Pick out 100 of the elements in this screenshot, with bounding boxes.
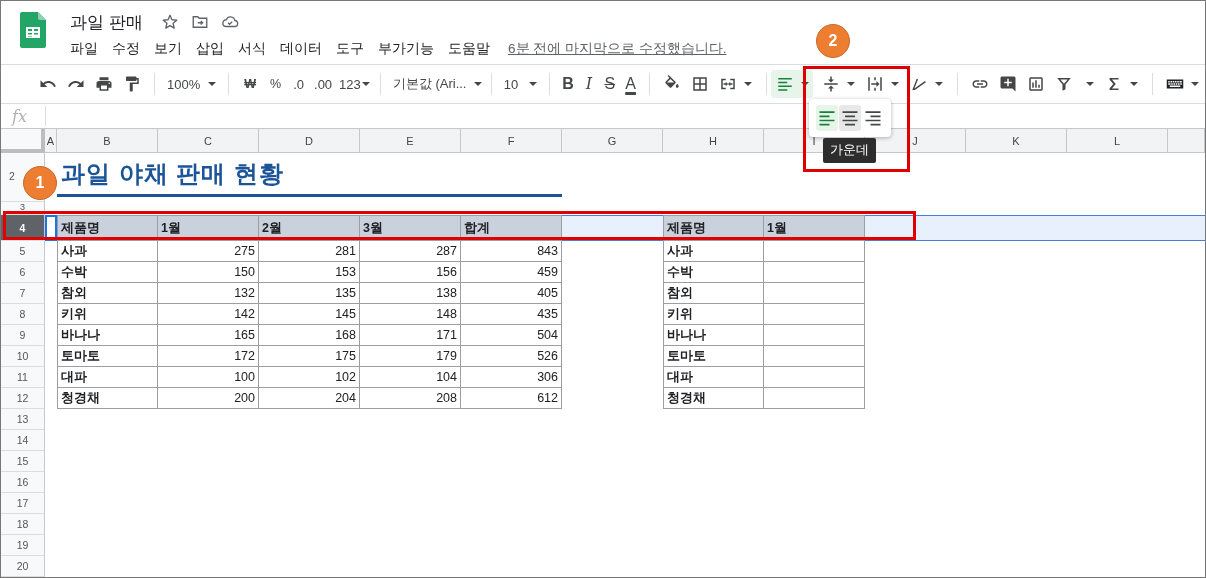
document-title[interactable]: 과일 판매 (70, 10, 143, 34)
align-button[interactable] (771, 70, 813, 98)
filter-icon[interactable] (1055, 75, 1073, 93)
table-cell: 275 (158, 241, 259, 262)
column-letter[interactable]: F (461, 129, 562, 153)
menu-item[interactable]: 수정 (112, 40, 140, 58)
print-icon[interactable] (95, 75, 113, 93)
caret-icon[interactable] (528, 82, 537, 86)
caret-icon[interactable] (847, 82, 855, 86)
menu-item[interactable]: 도움말 (448, 40, 490, 58)
row-number[interactable]: 11 (17, 371, 28, 383)
column-letter[interactable]: E (360, 129, 461, 153)
menu-item[interactable]: 파일 (70, 40, 98, 58)
row-number[interactable]: 8 (19, 308, 26, 320)
caret-icon[interactable] (361, 82, 370, 86)
row-number[interactable]: 15 (16, 455, 29, 467)
row-number[interactable]: 5 (19, 245, 26, 257)
bold-button[interactable]: B (557, 74, 579, 94)
table-cell: 150 (158, 262, 259, 283)
row-number[interactable]: 6 (19, 266, 26, 278)
table-cell: 171 (360, 325, 461, 346)
percent-format-button[interactable]: % (263, 77, 289, 91)
menu-item[interactable]: 서식 (238, 40, 266, 58)
paint-roller-icon[interactable] (123, 75, 141, 93)
row-number[interactable]: 7 (19, 287, 26, 299)
add-comment-icon[interactable] (999, 75, 1017, 93)
spreadsheet-icon[interactable] (20, 12, 46, 48)
column-letter[interactable]: B (57, 129, 158, 153)
text-color-button[interactable]: A (620, 74, 641, 94)
caret-icon[interactable] (801, 82, 809, 86)
table-cell: 459 (461, 262, 562, 283)
borders-icon[interactable] (691, 75, 709, 93)
row-number[interactable]: 13 (16, 413, 29, 425)
table-cell: 참외 (663, 283, 764, 304)
table-cell: 148 (360, 304, 461, 325)
row-number[interactable]: 16 (16, 476, 29, 488)
table-cell: 405 (461, 283, 562, 304)
table-cell: 179 (360, 346, 461, 367)
column-letter[interactable]: D (259, 129, 360, 153)
table-cell: 수박 (57, 262, 158, 283)
row-number[interactable]: 20 (16, 560, 29, 572)
caret-icon[interactable] (1086, 82, 1094, 86)
zoom-select[interactable]: 100% (163, 70, 221, 98)
table-cell: 토마토 (663, 346, 764, 367)
caret-icon[interactable] (1191, 82, 1199, 86)
menu-item[interactable]: 데이터 (280, 40, 322, 58)
table-cell: 청경채 (57, 388, 158, 409)
column-letter[interactable]: H (663, 129, 764, 153)
table-cell: 토마토 (57, 346, 158, 367)
column-letter[interactable]: A (45, 129, 57, 153)
sheet-title: 과일 야채 판매 현황 (57, 153, 562, 197)
row-number[interactable]: 17 (16, 497, 29, 509)
strikethrough-button[interactable]: S (599, 74, 621, 94)
table-cell: 168 (259, 325, 360, 346)
caret-icon[interactable] (744, 82, 752, 86)
star-icon[interactable] (160, 13, 179, 31)
table-cell: 287 (360, 241, 461, 262)
text-wrap-icon[interactable] (866, 75, 884, 93)
menu-item[interactable]: 보기 (154, 40, 182, 58)
row-number[interactable]: 12 (16, 392, 29, 404)
caret-icon[interactable] (208, 82, 217, 86)
italic-button[interactable]: I (578, 74, 600, 94)
table-cell: 172 (158, 346, 259, 367)
caret-icon[interactable] (891, 82, 899, 86)
table-cell: 142 (158, 304, 259, 325)
font-select[interactable]: 기본값 (Ari... (388, 70, 483, 98)
menu-item[interactable]: 도구 (336, 40, 364, 58)
increase-decimal-button[interactable]: .00 (309, 76, 338, 92)
row-number[interactable]: 19 (16, 539, 29, 551)
currency-format-button[interactable]: ₩ (237, 77, 264, 91)
vertical-align-icon[interactable] (822, 75, 840, 93)
tooltip: 가운데 (823, 138, 876, 163)
caret-icon[interactable] (474, 82, 483, 86)
table-cell: 204 (259, 388, 360, 409)
table-cell: 사과 (57, 241, 158, 262)
table-cell: 135 (259, 283, 360, 304)
column-letter[interactable]: L (1067, 129, 1168, 153)
caret-icon[interactable] (1130, 82, 1138, 86)
caret-icon[interactable] (935, 82, 943, 86)
row-number[interactable]: 9 (19, 329, 26, 341)
decrease-decimal-button[interactable]: .0 (288, 76, 310, 92)
number-format-select[interactable]: 123 (337, 70, 372, 98)
last-edit-link[interactable]: 6분 전에 마지막으로 수정했습니다. (508, 40, 727, 58)
align-left-icon[interactable] (776, 75, 794, 93)
row-number[interactable]: 18 (16, 518, 29, 530)
menu-item[interactable]: 삽입 (196, 40, 224, 58)
folder-icon[interactable] (190, 13, 209, 31)
column-letter[interactable]: G (562, 129, 663, 153)
chart-icon[interactable] (1027, 75, 1045, 93)
row-number[interactable]: 3 (20, 203, 25, 211)
column-letter[interactable]: C (158, 129, 259, 153)
font-size-select[interactable]: 10 (499, 70, 541, 98)
row-number[interactable]: 10 (16, 350, 29, 362)
table-cell: 526 (461, 346, 562, 367)
menu-item[interactable]: 부가기능 (378, 40, 434, 58)
table-cell: 132 (158, 283, 259, 304)
table-cell: 208 (360, 388, 461, 409)
row-number[interactable]: 2 (9, 171, 15, 182)
column-letter[interactable]: K (966, 129, 1067, 153)
row-number[interactable]: 14 (16, 434, 29, 446)
